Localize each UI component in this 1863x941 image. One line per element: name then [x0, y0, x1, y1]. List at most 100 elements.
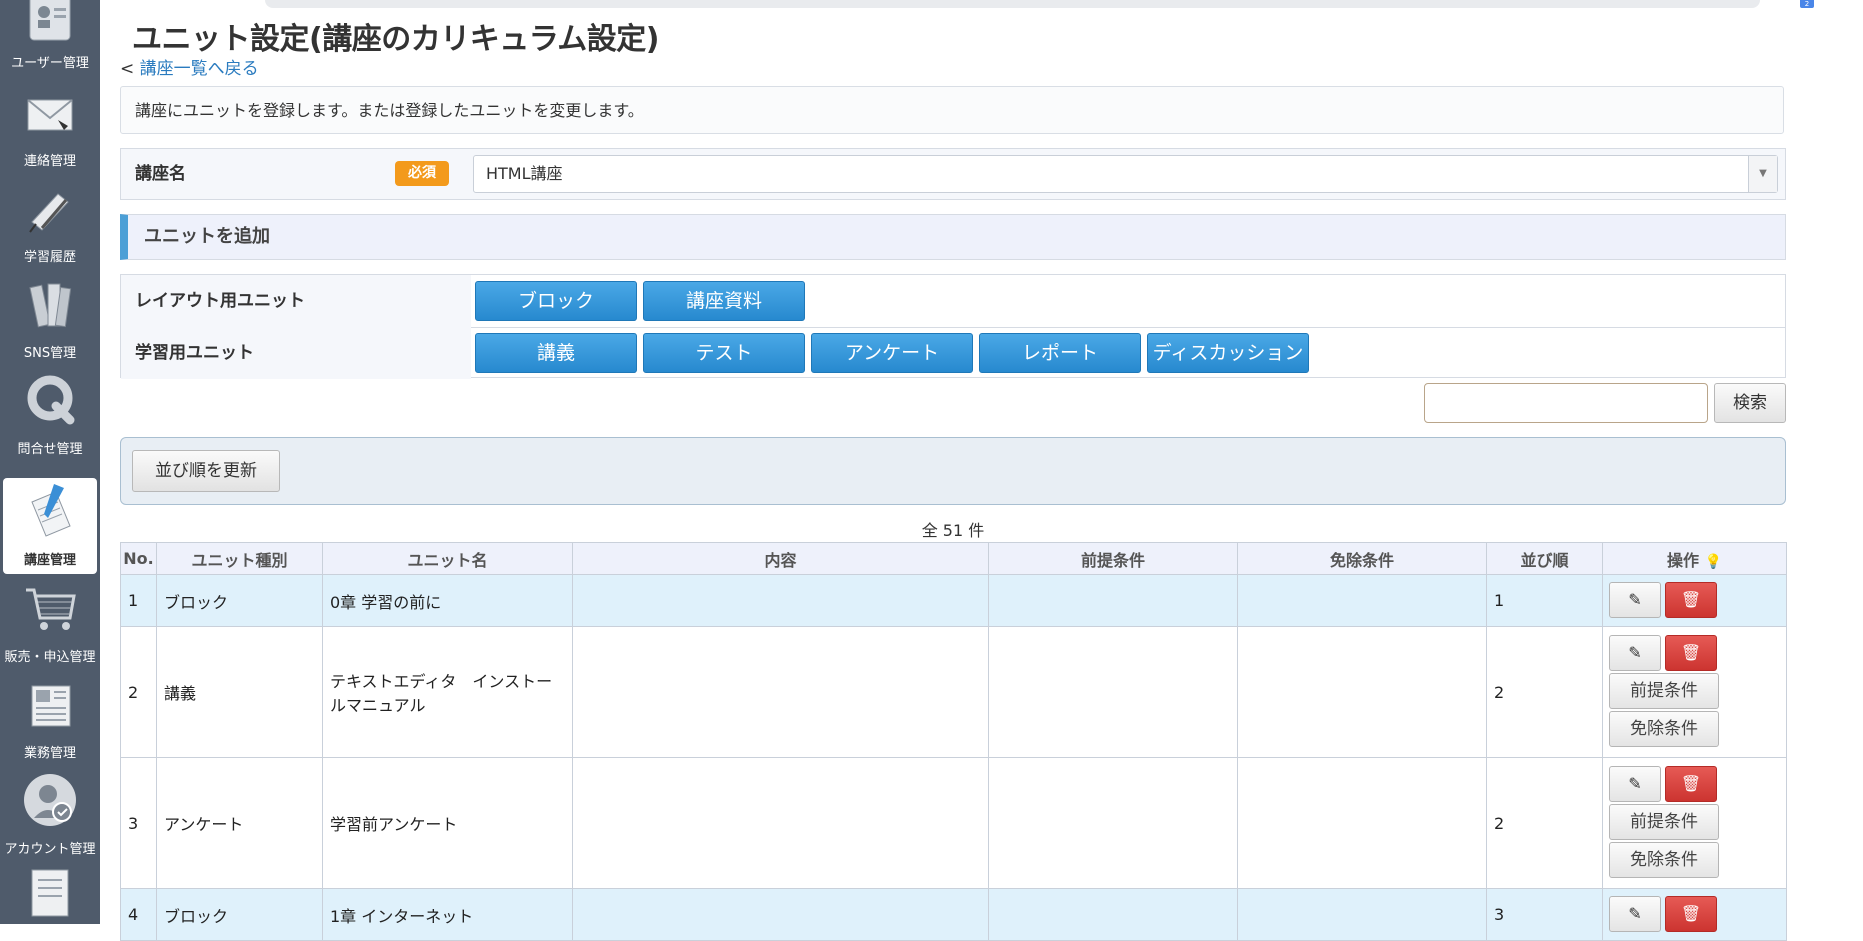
table-row: 1 ブロック 0章 学習の前に 1 ✎ 🗑: [120, 574, 1787, 627]
prerequisite-button[interactable]: 前提条件: [1609, 673, 1719, 709]
breadcrumb: < 講座一覧へ戻る: [120, 54, 259, 79]
add-course-material-button[interactable]: 講座資料: [643, 281, 805, 321]
sidebar-item-sns-management[interactable]: SNS管理: [0, 272, 100, 367]
add-lecture-button[interactable]: 講義: [475, 333, 637, 373]
add-block-button[interactable]: ブロック: [475, 281, 637, 321]
cell-no: 1: [120, 574, 157, 627]
sidebar-item-label: アカウント管理: [4, 842, 96, 857]
operation-buttons: ✎ 🗑: [1609, 635, 1780, 673]
cell-order: 2: [1486, 626, 1603, 758]
col-unit-name: ユニット名: [322, 542, 573, 575]
cell-name: テキストエディタ インストールマニュアル: [322, 626, 573, 758]
add-test-button[interactable]: テスト: [643, 333, 805, 373]
sidebar-item-label: ユーザー管理: [11, 56, 89, 71]
course-name-label: 講座名: [135, 164, 186, 184]
document-gear-icon: [31, 869, 69, 917]
operation-buttons: 免除条件: [1609, 842, 1780, 880]
col-operation: 操作 💡: [1602, 542, 1787, 575]
cell-prereq: [988, 888, 1238, 941]
lightbulb-icon[interactable]: 💡: [1705, 554, 1722, 570]
delete-trash-icon[interactable]: 🗑: [1665, 635, 1717, 671]
cell-exempt: [1237, 626, 1487, 758]
operation-buttons: 前提条件: [1609, 673, 1780, 711]
learning-unit-row: 学習用ユニット 講義 テスト アンケート レポート ディスカッション: [121, 327, 1785, 379]
cell-no: 2: [120, 626, 157, 758]
required-badge: 必須: [395, 161, 449, 186]
delete-trash-icon[interactable]: 🗑: [1665, 581, 1717, 618]
books-icon: [29, 283, 72, 328]
cell-order: 2: [1486, 757, 1603, 889]
cell-exempt: [1237, 757, 1487, 889]
edit-pencil-icon[interactable]: ✎: [1609, 766, 1661, 802]
table-row: 2 講義 テキストエディタ インストールマニュアル 2 ✎ 🗑 前提条件 免除条件: [120, 626, 1787, 758]
sidebar-item-label: 連絡管理: [23, 154, 76, 169]
operation-buttons: ✎ 🗑: [1609, 895, 1780, 934]
sidebar-item-business-management[interactable]: 業務管理: [0, 672, 100, 767]
operation-buttons: 免除条件: [1609, 711, 1780, 749]
cell-operations: ✎ 🗑: [1602, 574, 1787, 627]
exemption-button[interactable]: 免除条件: [1609, 842, 1719, 878]
sidebar-item-learning-history[interactable]: 学習履歴: [0, 176, 100, 271]
edit-pencil-icon[interactable]: ✎: [1609, 635, 1661, 671]
cell-prereq: [988, 757, 1238, 889]
sidebar-item-label: 講座管理: [23, 553, 76, 568]
table-header-row: No. ユニット種別 ユニット名 内容 前提条件 免除条件 並び順 操作 💡: [120, 542, 1787, 575]
add-survey-button[interactable]: アンケート: [811, 333, 973, 373]
cell-order: 3: [1486, 888, 1603, 941]
chevron-down-icon[interactable]: ▼: [1748, 156, 1777, 192]
cell-prereq: [988, 574, 1238, 627]
document-pen-icon: [31, 484, 71, 537]
edit-pencil-icon[interactable]: ✎: [1609, 895, 1661, 932]
cell-name: 0章 学習の前に: [322, 574, 573, 627]
cell-exempt: [1237, 888, 1487, 941]
prerequisite-button[interactable]: 前提条件: [1609, 804, 1719, 840]
top-strip: 2: [100, 0, 1863, 14]
cell-operations: ✎ 🗑: [1602, 888, 1787, 941]
layout-unit-row: レイアウト用ユニット ブロック 講座資料: [121, 275, 1785, 328]
sidebar-item-contact-management[interactable]: 連絡管理: [0, 80, 100, 175]
delete-trash-icon[interactable]: 🗑: [1665, 895, 1717, 932]
exemption-button[interactable]: 免除条件: [1609, 711, 1719, 747]
sidebar-item-label: 学習履歴: [23, 250, 76, 265]
col-prerequisite: 前提条件: [988, 542, 1238, 575]
notification-badge[interactable]: 2: [1800, 0, 1814, 8]
newspaper-icon: [31, 685, 71, 727]
cell-operations: ✎ 🗑 前提条件 免除条件: [1602, 757, 1787, 889]
sidebar-item-sales-management[interactable]: 販売・申込管理: [0, 576, 100, 671]
cell-no: 4: [120, 888, 157, 941]
add-report-button[interactable]: レポート: [979, 333, 1141, 373]
col-operation-label: 操作: [1666, 550, 1699, 570]
delete-trash-icon[interactable]: 🗑: [1665, 766, 1717, 802]
unit-list-table: No. ユニット種別 ユニット名 内容 前提条件 免除条件 並び順 操作 💡 1…: [120, 542, 1787, 941]
search-input[interactable]: [1424, 383, 1708, 423]
learning-unit-label: 学習用ユニット: [121, 327, 471, 379]
edit-pencil-icon[interactable]: ✎: [1609, 581, 1661, 618]
search-button[interactable]: 検索: [1714, 383, 1786, 423]
cell-order: 1: [1486, 574, 1603, 627]
update-order-button[interactable]: 並び順を更新: [132, 450, 280, 492]
cell-type: アンケート: [156, 757, 323, 889]
sort-bar: 並び順を更新: [120, 437, 1786, 505]
sidebar-item-account-management[interactable]: アカウント管理: [0, 768, 100, 863]
sidebar-item-inquiry-management[interactable]: 問合せ管理: [0, 368, 100, 463]
sidebar-item-more[interactable]: [0, 862, 100, 924]
cell-no: 3: [120, 757, 157, 889]
col-unit-type: ユニット種別: [156, 542, 323, 575]
pencil-notebook-icon: [29, 193, 69, 233]
sidebar-item-label: 問合せ管理: [17, 442, 83, 457]
back-to-course-list-link[interactable]: 講座一覧へ戻る: [140, 59, 259, 79]
cell-exempt: [1237, 574, 1487, 627]
sidebar-item-label: 業務管理: [23, 746, 76, 761]
sidebar-item-user-management[interactable]: ユーザー管理: [0, 0, 100, 77]
description-box: 講座にユニットを登録します。または登録したユニットを変更します。: [120, 86, 1784, 134]
add-discussion-button[interactable]: ディスカッション: [1147, 333, 1309, 373]
cell-name: 学習前アンケート: [322, 757, 573, 889]
col-exemption: 免除条件: [1237, 542, 1487, 575]
sidebar-item-course-management[interactable]: 講座管理: [3, 478, 97, 574]
cell-content: [572, 574, 989, 627]
course-select[interactable]: HTML講座 ▼: [473, 155, 1778, 193]
operation-buttons: ✎ 🗑: [1609, 581, 1780, 620]
top-scroll-bar[interactable]: [265, 0, 1760, 8]
operation-buttons: ✎ 🗑: [1609, 766, 1780, 804]
sidebar: ユーザー管理 連絡管理 学習履歴 SNS管理 問合せ管理 講座管理 販売・申込管…: [0, 0, 100, 924]
